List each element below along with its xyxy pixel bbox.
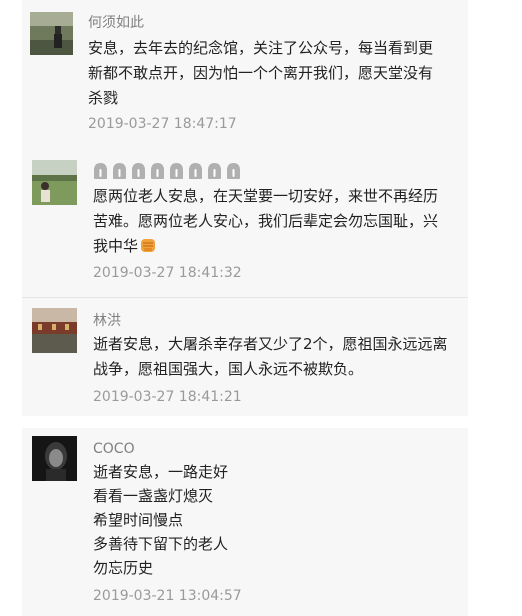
person-in-field-avatar[interactable]: [30, 12, 73, 55]
pray-emoji-icon: [151, 163, 164, 179]
comment-text: 逝者安息，一路走好 看看一盏盏灯熄灭 希望时间慢点 多善待下留下的老人 勿忘历史: [93, 460, 228, 580]
pray-emoji-icon: [113, 163, 126, 179]
comment-line: 愿两位老人安息，在天堂要一切安好，来世不再经历: [93, 187, 439, 205]
pray-emoji-icon: [208, 163, 221, 179]
comment-line: 战争，愿祖国强大，国人永远不被欺负。: [93, 360, 364, 378]
pray-emoji-icon: [94, 163, 107, 179]
comment-line: 我中华: [93, 237, 139, 255]
comment-timestamp: 2019-03-27 18:41:32: [93, 265, 242, 281]
comment-line: 勿忘历史: [93, 559, 154, 577]
comment-line: 安息，去年去的纪念馆，关注了公众号，每当看到更: [88, 39, 434, 57]
comment-text: 愿两位老人安息，在天堂要一切安好，来世不再经历 苦难。愿两位老人安心，我们后辈定…: [93, 184, 438, 259]
pray-emoji-icon: [189, 163, 202, 179]
pray-emoji-icon: [170, 163, 183, 179]
pray-emoji-icon: [227, 163, 240, 179]
comment-card: 何须如此 安息，去年去的纪念馆，关注了公众号，每当看到更 新都不敢点开，因为怕一…: [22, 0, 468, 145]
dark-portrait-avatar[interactable]: [32, 436, 77, 481]
comment-line: 多善待下留下的老人: [93, 535, 229, 553]
comment-line: 逝者安息，一路走好: [93, 463, 229, 481]
comment-card: 愿两位老人安息，在天堂要一切安好，来世不再经历 苦难。愿两位老人安心，我们后辈定…: [22, 145, 468, 297]
comment-line: 看看一盏盏灯熄灭: [93, 487, 214, 505]
comment-line: 苦难。愿两位老人安心，我们后辈定会勿忘国耻，兴: [93, 212, 439, 230]
comment-line: 希望时间慢点: [93, 511, 184, 529]
river-town-avatar[interactable]: [32, 308, 77, 353]
comment-timestamp: 2019-03-27 18:47:17: [88, 116, 237, 132]
comment-line-with-emoji: 我中华: [93, 234, 438, 259]
comment-card: 林洪 逝者安息，大屠杀幸存者又少了2个，愿祖国永远远离 战争，愿祖国强大，国人永…: [22, 298, 468, 416]
girl-on-lawn-avatar[interactable]: [32, 160, 77, 205]
comment-text: 逝者安息，大屠杀幸存者又少了2个，愿祖国永远远离 战争，愿祖国强大，国人永远不被…: [93, 332, 448, 382]
comment-card: COCO 逝者安息，一路走好 看看一盏盏灯熄灭 希望时间慢点 多善待下留下的老人…: [22, 428, 468, 616]
comment-nickname: 何须如此: [88, 15, 144, 31]
pray-emoji-icon: [132, 163, 145, 179]
comment-timestamp: 2019-03-21 13:04:57: [93, 588, 242, 604]
comment-line: 杀戮: [88, 89, 119, 107]
nickname-emoji-row: [93, 162, 241, 180]
fist-emoji-icon: [141, 239, 156, 252]
comment-nickname: COCO: [93, 441, 135, 457]
comment-line: 新都不敢点开，因为怕一个个离开我们，愿天堂没有: [88, 64, 434, 82]
comment-nickname: 林洪: [93, 313, 121, 329]
comment-line: 逝者安息，大屠杀幸存者又少了2个，愿祖国永远远离: [93, 335, 448, 353]
comment-text: 安息，去年去的纪念馆，关注了公众号，每当看到更 新都不敢点开，因为怕一个个离开我…: [88, 36, 433, 111]
comment-timestamp: 2019-03-27 18:41:21: [93, 389, 242, 405]
